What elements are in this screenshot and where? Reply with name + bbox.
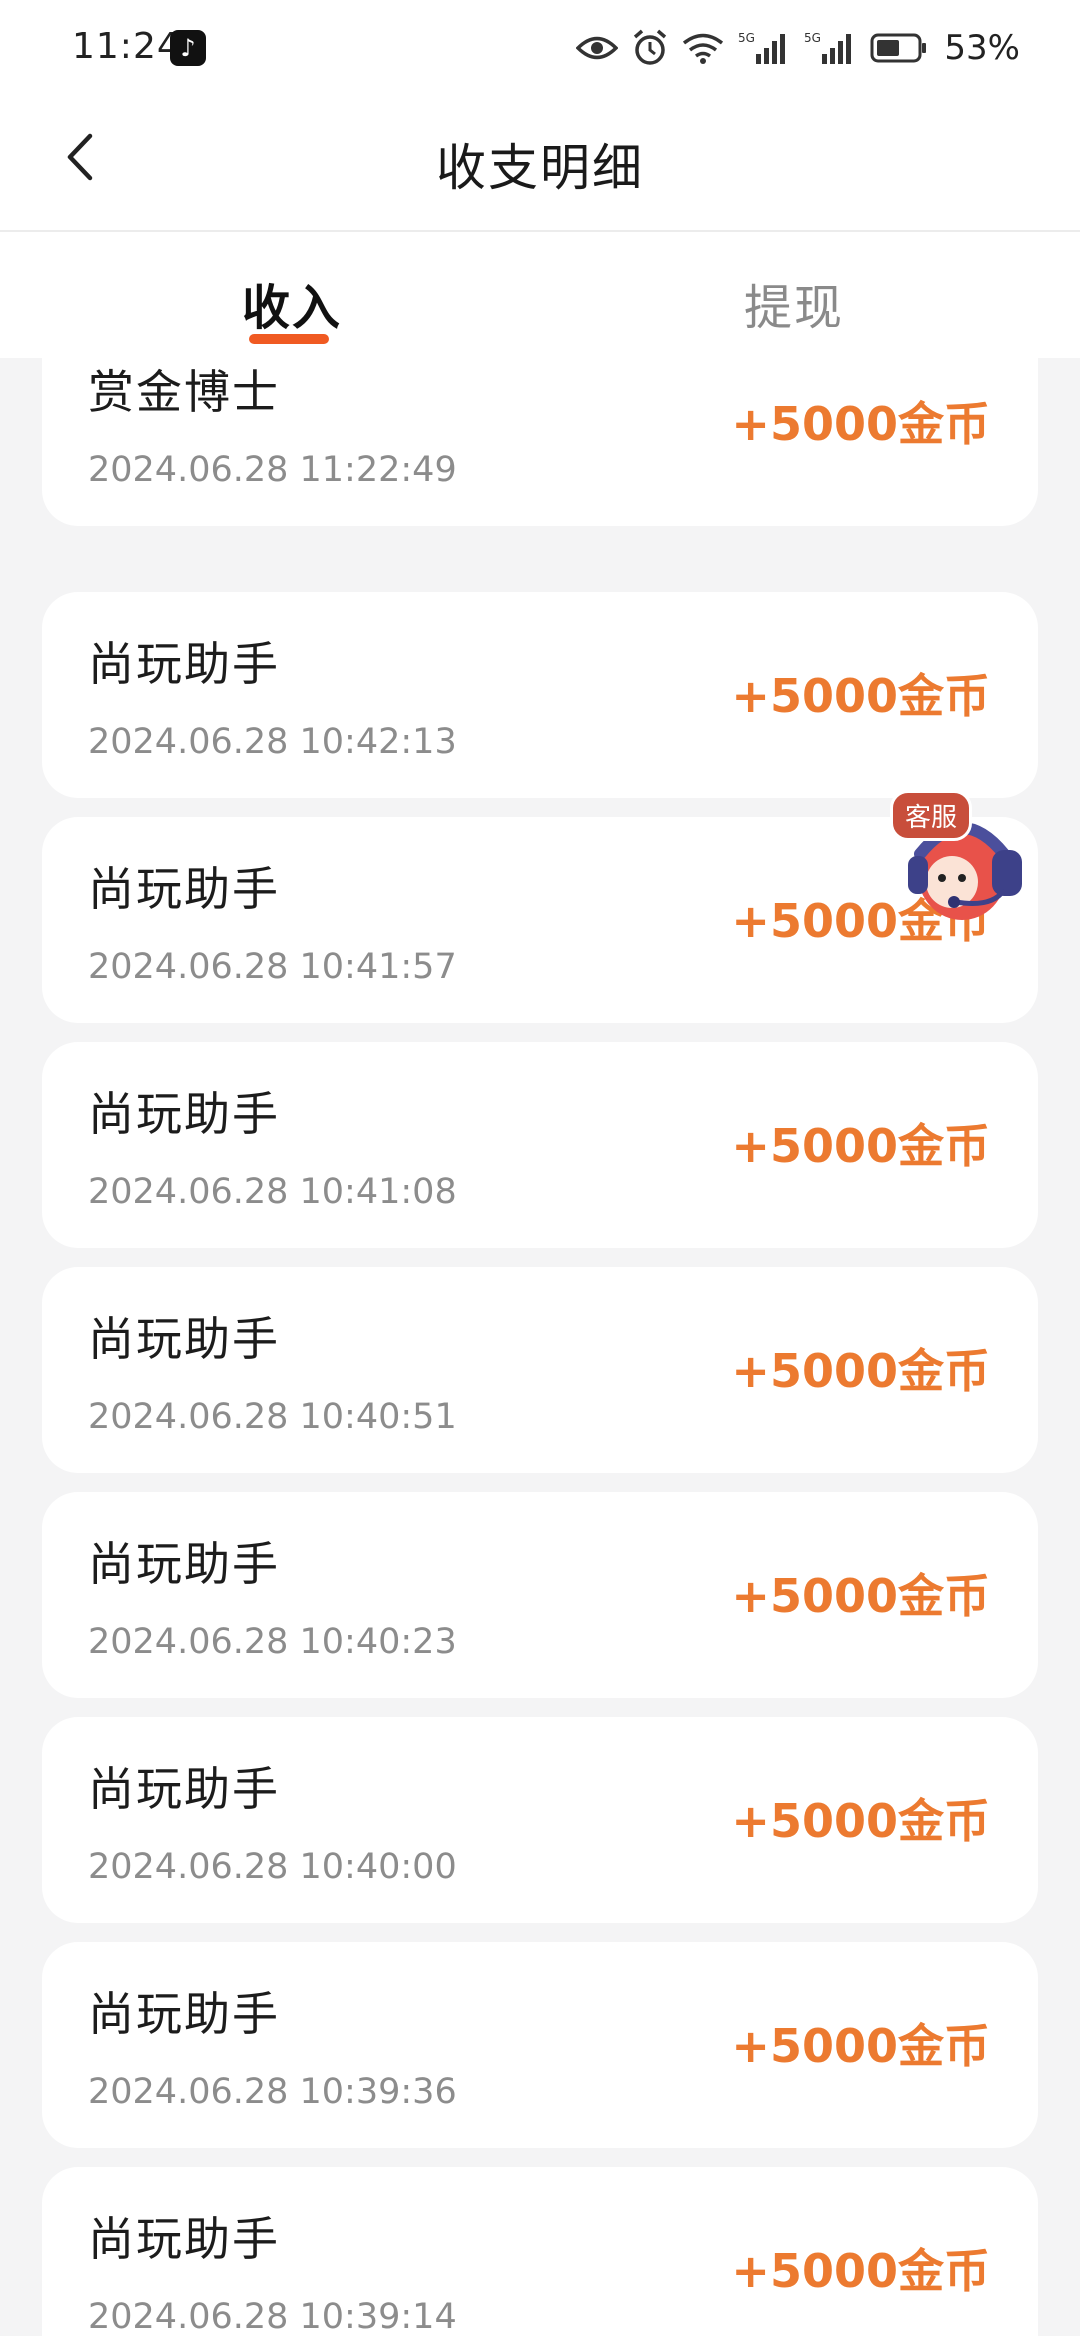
record-name: 尚玩助手 xyxy=(88,2212,280,2266)
list-item[interactable]: 尚玩助手 2024.06.28 10:39:14 +5000金币 xyxy=(42,2167,1038,2336)
record-name: 尚玩助手 xyxy=(88,1762,280,1816)
customer-service-label: 客服 xyxy=(890,790,973,841)
record-time: 2024.06.28 10:42:13 xyxy=(88,722,457,762)
record-amount: +5000金币 xyxy=(731,1794,990,1848)
record-time: 2024.06.28 10:40:23 xyxy=(88,1622,457,1662)
status-icons: 5G 5G 53% xyxy=(576,22,1020,74)
wifi-icon xyxy=(682,32,724,64)
record-name: 尚玩助手 xyxy=(88,637,280,691)
list-item[interactable]: 尚玩助手 2024.06.28 10:42:13 +5000金币 xyxy=(42,592,1038,798)
record-name: 尚玩助手 xyxy=(88,1312,280,1366)
signal-5g-icon: 5G xyxy=(804,30,856,66)
active-tab-indicator xyxy=(249,334,329,344)
record-time: 2024.06.28 10:41:08 xyxy=(88,1172,457,1212)
list-item[interactable]: 尚玩助手 2024.06.28 10:40:23 +5000金币 xyxy=(42,1492,1038,1698)
eye-icon xyxy=(576,33,619,63)
record-time: 2024.06.28 11:22:49 xyxy=(88,450,457,490)
list-item[interactable]: 尚玩助手 2024.06.28 10:40:51 +5000金币 xyxy=(42,1267,1038,1473)
tab-withdraw[interactable]: 提现 xyxy=(744,268,844,338)
record-amount: +5000金币 xyxy=(731,1344,990,1398)
record-name: 尚玩助手 xyxy=(88,1987,280,2041)
record-amount: +5000金币 xyxy=(731,2244,990,2298)
record-list[interactable]: 赏金博士 2024.06.28 11:22:49 +5000金币 尚玩助手 20… xyxy=(42,358,1038,2336)
record-time: 2024.06.28 10:41:57 xyxy=(88,947,457,987)
list-item[interactable]: 尚玩助手 2024.06.28 10:40:00 +5000金币 xyxy=(42,1717,1038,1923)
header: 收支明细 xyxy=(0,100,1080,232)
record-time: 2024.06.28 10:40:00 xyxy=(88,1847,457,1887)
record-amount: +5000金币 xyxy=(731,1119,990,1173)
record-time: 2024.06.28 10:39:14 xyxy=(88,2297,457,2336)
status-bar: 11:24 ♪ 5G 5G 53% xyxy=(0,0,1080,100)
record-amount: +5000金币 xyxy=(731,397,990,451)
battery-icon xyxy=(870,32,928,64)
record-name: 尚玩助手 xyxy=(88,1537,280,1591)
tiktok-icon: ♪ xyxy=(170,30,206,66)
record-amount: +5000金币 xyxy=(731,1569,990,1623)
record-name: 赏金博士 xyxy=(88,365,280,419)
list-item[interactable]: 尚玩助手 2024.06.28 10:39:36 +5000金币 xyxy=(42,1942,1038,2148)
record-time: 2024.06.28 10:40:51 xyxy=(88,1397,457,1437)
list-item[interactable]: 尚玩助手 2024.06.28 10:41:57 +5000金币 xyxy=(42,817,1038,1023)
tab-income[interactable]: 收入 xyxy=(242,268,342,338)
record-name: 尚玩助手 xyxy=(88,1087,280,1141)
status-time: 11:24 xyxy=(72,26,181,67)
list-item[interactable]: 尚玩助手 2024.06.28 10:41:08 +5000金币 xyxy=(42,1042,1038,1248)
record-name: 尚玩助手 xyxy=(88,862,280,916)
signal-5g-icon: 5G xyxy=(738,30,790,66)
list-item[interactable]: 赏金博士 2024.06.28 11:22:49 +5000金币 xyxy=(42,358,1038,526)
network-label: 5G xyxy=(738,31,755,45)
page-title: 收支明细 xyxy=(436,139,644,197)
alarm-icon xyxy=(632,29,668,67)
customer-service-button[interactable]: 客服 xyxy=(890,790,1050,930)
network-label: 5G xyxy=(804,31,821,45)
record-amount: +5000金币 xyxy=(731,2019,990,2073)
tab-bar: 收入 提现 xyxy=(0,232,1080,358)
battery-percent: 53% xyxy=(944,28,1020,68)
record-time: 2024.06.28 10:39:36 xyxy=(88,2072,457,2112)
record-amount: +5000金币 xyxy=(731,669,990,723)
